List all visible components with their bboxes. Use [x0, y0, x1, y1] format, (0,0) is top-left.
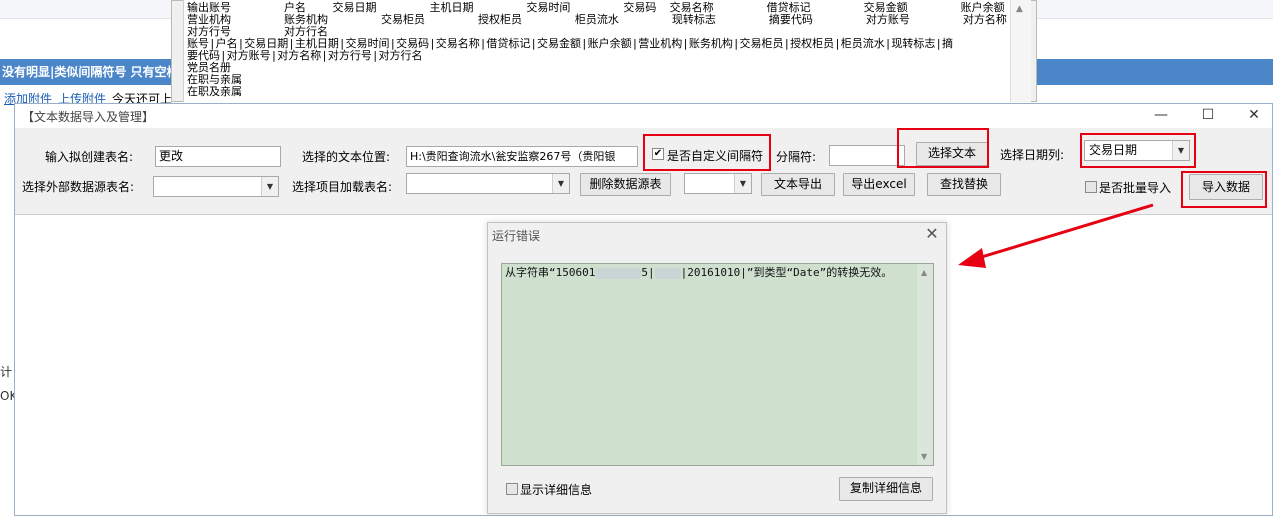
redacted-blur — [654, 267, 681, 279]
misc-select[interactable]: ▼ — [684, 173, 752, 194]
text-export-button[interactable]: 文本导出 — [761, 173, 835, 196]
scroll-up-icon[interactable]: ▲ — [1016, 4, 1023, 14]
batch-import-label: 是否批量导入 — [1099, 181, 1172, 195]
text-preview-content: 输出账号 户名 交易日期 主机日期 交易时间 交易码 交易名称 借贷标记 交易金… — [183, 0, 1011, 102]
error-message-box[interactable]: 从字符串“150601 5| |20161010|”到类型“Date”的转换无效。 … — [501, 263, 934, 466]
dialog-close-icon[interactable]: ✕ — [922, 224, 942, 244]
show-details-checkbox[interactable] — [506, 483, 518, 495]
background-side-fragment: 计 — [0, 365, 13, 379]
highlight-select-text — [897, 128, 989, 168]
preview-line: 在职及亲属 — [187, 85, 242, 98]
preview-scrollbar[interactable]: ▲ — [1010, 0, 1031, 102]
dropdown-arrow-icon[interactable]: ▼ — [552, 174, 569, 193]
error-dialog-title: 运行错误 — [492, 229, 541, 243]
date-column-label: 选择日期列: — [1000, 148, 1065, 162]
text-location-input[interactable]: H:\贵阳查询流水\瓮安监察267号（贵阳银 — [406, 146, 638, 167]
highlight-date-column — [1080, 133, 1196, 168]
scroll-up-icon[interactable]: ▲ — [921, 268, 927, 277]
close-icon[interactable]: ✕ — [1243, 105, 1265, 125]
find-replace-button[interactable]: 查找替换 — [927, 173, 1001, 196]
preview-line: 在职与亲属 — [187, 73, 242, 86]
window-titlebar — [15, 104, 1272, 128]
message-scrollbar[interactable]: ▲ ▼ — [917, 264, 933, 465]
separator-input[interactable] — [829, 145, 905, 166]
export-excel-button[interactable]: 导出excel — [843, 173, 915, 196]
preview-line: 党员名册 — [187, 61, 231, 74]
error-message-text: 从字符串“150601 5| |20161010|”到类型“Date”的转换无效。 — [505, 266, 893, 279]
scroll-down-icon[interactable]: ▼ — [921, 452, 927, 461]
dropdown-arrow-icon[interactable]: ▼ — [261, 177, 278, 196]
table-name-input[interactable]: 更改 — [155, 146, 281, 167]
text-preview-lines: 输出账号 户名 交易日期 主机日期 交易时间 交易码 交易名称 借贷标记 交易金… — [187, 2, 1009, 98]
custom-separator-label: 是否自定义间隔符 — [667, 149, 764, 163]
copy-details-button[interactable]: 复制详细信息 — [839, 477, 933, 501]
dropdown-arrow-icon[interactable]: ▼ — [734, 174, 751, 193]
preview-line: 要代码|对方账号|对方名称|对方行号|对方行名 — [187, 49, 423, 62]
project-table-select[interactable]: ▼ — [406, 173, 570, 194]
window-title: 【文本数据导入及管理】 — [22, 110, 155, 124]
text-location-label: 选择的文本位置: — [302, 150, 391, 164]
custom-separator-checkbox[interactable]: ✔ — [652, 148, 664, 160]
minimize-icon[interactable]: — — [1150, 105, 1172, 125]
table-name-label: 输入拟创建表名: — [45, 150, 134, 164]
show-details-label: 显示详细信息 — [520, 483, 593, 497]
project-table-label: 选择项目加载表名: — [292, 180, 393, 194]
batch-import-checkbox[interactable] — [1085, 181, 1097, 193]
separator-label: 分隔符: — [776, 150, 817, 164]
maximize-icon[interactable]: ☐ — [1197, 105, 1219, 125]
external-table-select[interactable]: ▼ — [153, 176, 279, 197]
delete-source-table-button[interactable]: 删除数据源表 — [580, 173, 671, 196]
external-table-label: 选择外部数据源表名: — [22, 180, 135, 194]
redacted-blur — [595, 267, 642, 279]
highlight-import-data — [1181, 171, 1267, 208]
